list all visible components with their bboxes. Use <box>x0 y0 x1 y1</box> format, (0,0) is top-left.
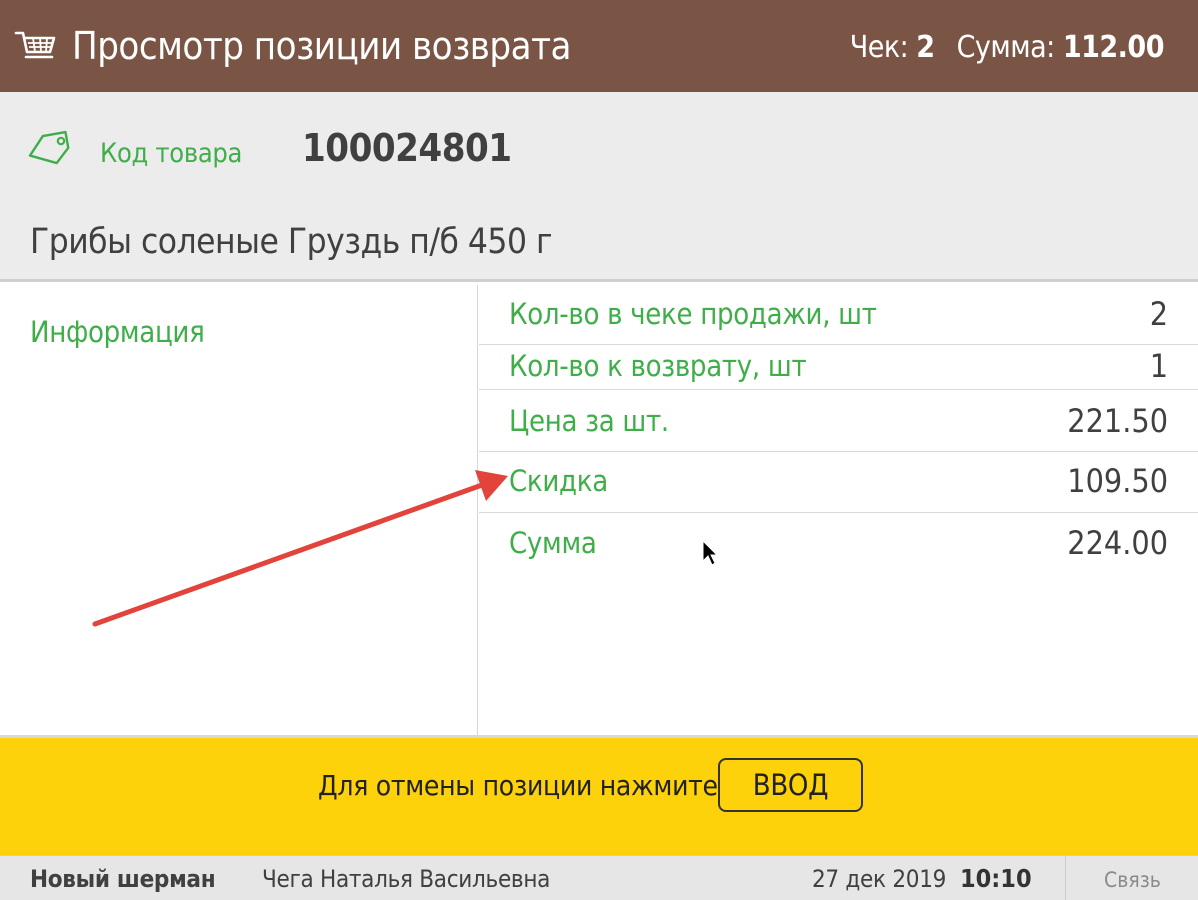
sum-label: Сумма: <box>956 30 1056 65</box>
enter-button[interactable]: ВВОД <box>718 758 863 812</box>
info-table: Кол-во в чеке продажи, шт 2 Кол-во к воз… <box>479 285 1198 735</box>
check-label: Чек: <box>849 30 909 65</box>
shop-name: Новый шерман <box>30 865 216 893</box>
info-row-label: Сумма <box>509 526 597 560</box>
product-panel: Код товара 100024801 Грибы соленые Грузд… <box>0 92 1198 282</box>
info-section: Информация <box>0 285 478 735</box>
info-row-label: Цена за шт. <box>509 404 669 438</box>
cancel-hint: Для отмены позиции нажмите <box>318 769 718 802</box>
info-row-return-qty: Кол-во к возврату, шт 1 <box>479 345 1198 390</box>
product-code-label: Код товара <box>100 138 243 169</box>
info-row-value: 1 <box>1149 347 1168 385</box>
status-date: 27 дек 2019 <box>812 865 947 893</box>
info-title: Информация <box>30 315 205 349</box>
tag-icon <box>28 130 70 165</box>
action-bar: Для отмены позиции нажмите ВВОД <box>0 735 1198 855</box>
info-row-label: Скидка <box>509 464 608 498</box>
header-bar: Просмотр позиции возврата Чек: 2 Сумма: 1… <box>0 0 1198 92</box>
page-title: Просмотр позиции возврата <box>72 24 571 68</box>
info-row-unit-price: Цена за шт. 221.50 <box>479 390 1198 452</box>
cart-icon <box>14 31 56 59</box>
info-row-value: 2 <box>1149 295 1168 333</box>
status-time: 10:10 <box>960 864 1032 893</box>
info-row-value: 221.50 <box>1067 402 1168 440</box>
connection-link[interactable]: Связь <box>1104 868 1161 892</box>
info-row-sum: Сумма 224.00 <box>479 513 1198 575</box>
info-row-label: Кол-во к возврату, шт <box>509 349 807 383</box>
check-number: 2 <box>916 30 935 65</box>
info-row-sale-qty: Кол-во в чеке продажи, шт 2 <box>479 285 1198 345</box>
product-code-value: 100024801 <box>302 126 512 170</box>
status-divider <box>1065 856 1066 900</box>
header-summary: Чек: 2 Сумма: 112.00 <box>849 30 1165 65</box>
cashier-name: Чега Наталья Васильевна <box>262 865 551 893</box>
info-row-value: 109.50 <box>1067 462 1168 500</box>
info-row-label: Кол-во в чеке продажи, шт <box>509 297 877 331</box>
sum-value: 112.00 <box>1062 30 1165 65</box>
info-row-discount: Скидка 109.50 <box>479 452 1198 513</box>
status-bar: Новый шерман Чега Наталья Васильевна 27 … <box>0 855 1198 900</box>
product-name: Грибы соленые Груздь п/б 450 г <box>30 222 553 262</box>
info-row-value: 224.00 <box>1067 524 1168 562</box>
